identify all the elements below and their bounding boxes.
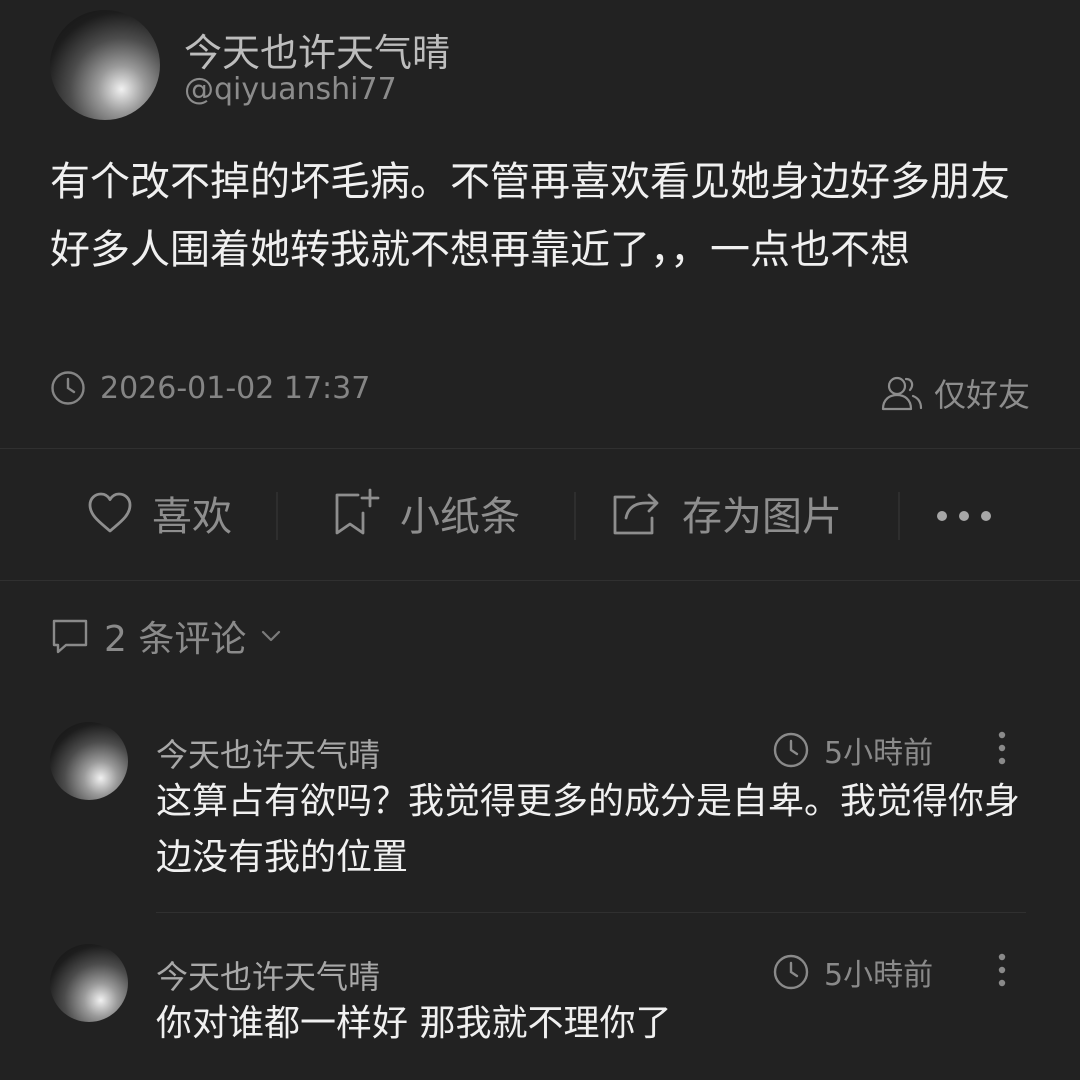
divider bbox=[156, 912, 1026, 913]
post-visibility: 仅好友 bbox=[933, 376, 1030, 414]
comment-time: 5小時前 bbox=[824, 736, 934, 771]
comment-avatar[interactable] bbox=[50, 944, 128, 1022]
save-as-image-label: 存为图片 bbox=[682, 494, 842, 540]
share-export-icon bbox=[610, 488, 664, 538]
comments-count: 2 条评论 bbox=[104, 619, 247, 660]
comment-time-group: 5小時前 bbox=[772, 950, 933, 994]
comment-time-group: 5小時前 bbox=[772, 728, 933, 772]
comment-item: 今天也许天气晴 5小時前 这算占有欲吗？我觉得更多的成分是自卑。我觉得你身边没有… bbox=[50, 722, 1030, 902]
action-separator bbox=[276, 492, 278, 540]
friends-icon bbox=[880, 374, 924, 412]
action-separator bbox=[574, 492, 576, 540]
comment-text: 你对谁都一样好 那我就不理你了 bbox=[156, 1003, 672, 1044]
post-header: 今天也许天气晴 @qiyuanshi77 bbox=[50, 10, 1030, 120]
note-button[interactable]: 小纸条 bbox=[330, 484, 520, 542]
post-timestamp: 2026-01-02 17:37 bbox=[100, 370, 371, 406]
comment-time: 5小時前 bbox=[824, 958, 934, 993]
bookmark-add-icon bbox=[330, 487, 382, 539]
more-horizontal-icon bbox=[934, 509, 994, 523]
action-bar: 喜欢 小纸条 存为图片 bbox=[0, 448, 1080, 580]
author-avatar[interactable] bbox=[50, 10, 160, 120]
post-text: 有个改不掉的坏毛病。不管再喜欢看见她身边好多朋友好多人围着她转我就不想再靠近了，… bbox=[50, 159, 1010, 273]
save-as-image-button[interactable]: 存为图片 bbox=[610, 484, 842, 542]
comment-more-button[interactable] bbox=[990, 950, 1014, 990]
clock-icon bbox=[50, 370, 86, 406]
more-button[interactable] bbox=[928, 492, 1000, 540]
post-timestamp-group: 2026-01-02 17:37 bbox=[50, 370, 370, 406]
like-button[interactable]: 喜欢 bbox=[86, 484, 232, 542]
comment-author[interactable]: 今天也许天气晴 bbox=[156, 730, 380, 776]
more-vertical-icon bbox=[990, 950, 1014, 990]
clock-icon bbox=[772, 731, 810, 769]
comment-icon bbox=[50, 617, 90, 655]
post-meta: 2026-01-02 17:37 仅好友 bbox=[50, 364, 1030, 420]
divider bbox=[0, 580, 1080, 581]
more-vertical-icon bbox=[990, 728, 1014, 768]
comment-author[interactable]: 今天也许天气晴 bbox=[156, 952, 380, 998]
author-display-name[interactable]: 今天也许天气晴 bbox=[184, 22, 450, 77]
comment-avatar[interactable] bbox=[50, 722, 128, 800]
comment-item: 今天也许天气晴 5小時前 你对谁都一样好 那我就不理你了 bbox=[50, 944, 1030, 1064]
comments-toggle[interactable]: 2 条评论 bbox=[50, 610, 282, 662]
comment-more-button[interactable] bbox=[990, 728, 1014, 768]
clock-icon bbox=[772, 953, 810, 991]
post-visibility-group: 仅好友 bbox=[880, 370, 1030, 416]
chevron-down-icon bbox=[260, 629, 282, 643]
heart-icon bbox=[86, 491, 134, 535]
action-separator bbox=[898, 492, 900, 540]
note-label: 小纸条 bbox=[400, 494, 520, 540]
author-handle: @qiyuanshi77 bbox=[184, 72, 397, 107]
comment-text: 这算占有欲吗？我觉得更多的成分是自卑。我觉得你身边没有我的位置 bbox=[156, 781, 1021, 878]
like-label: 喜欢 bbox=[152, 494, 232, 540]
